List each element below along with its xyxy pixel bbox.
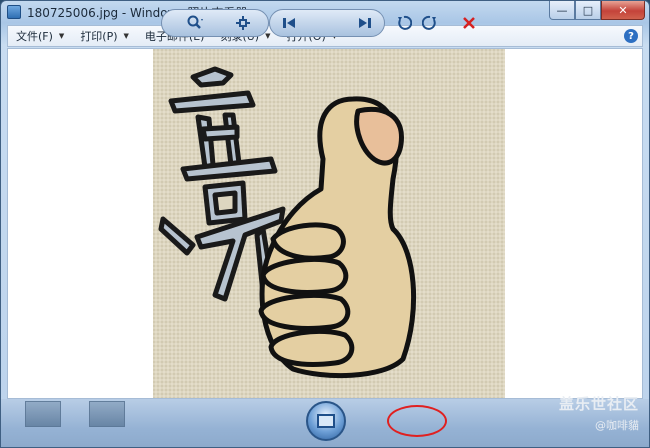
minimize-button[interactable]: — — [549, 1, 575, 20]
rotate-counterclockwise-icon[interactable] — [392, 12, 416, 34]
fit-window-icon[interactable] — [231, 12, 255, 34]
window-controls: — □ ✕ — [549, 1, 645, 20]
taskbar-thumbnail — [25, 401, 61, 427]
menu-file-label: 文件(F) — [16, 30, 53, 43]
chevron-down-icon: ▼ — [265, 32, 271, 40]
highlight-annotation — [387, 405, 447, 437]
slideshow-icon[interactable] — [306, 401, 346, 441]
photo-image — [153, 49, 505, 398]
delete-icon[interactable] — [457, 12, 481, 34]
rotate-clockwise-icon[interactable] — [418, 12, 442, 34]
help-icon[interactable]: ? — [624, 29, 638, 43]
menu-print-label: 打印(P) — [80, 30, 118, 43]
app-icon — [7, 5, 21, 19]
previous-icon[interactable] — [277, 12, 301, 34]
photo-viewer-window: 180725006.jpg - Windows 照片查看器 — □ ✕ 文件(F… — [0, 0, 650, 448]
maximize-button[interactable]: □ — [575, 1, 601, 20]
magnifier-icon[interactable] — [183, 12, 207, 34]
taskbar-thumbnail — [89, 401, 125, 427]
thumbs-up-illustration — [153, 49, 505, 398]
menu-file[interactable]: 文件(F) ▼ — [8, 28, 72, 44]
close-button[interactable]: ✕ — [601, 1, 645, 20]
slideshow-screen — [317, 414, 335, 428]
chevron-down-icon: ▼ — [123, 32, 129, 40]
menu-print[interactable]: 打印(P) ▼ — [72, 28, 137, 44]
watermark-author: @咖啡貓 — [595, 419, 639, 432]
next-icon[interactable] — [353, 12, 377, 34]
watermark-title: 盖乐世社区 — [558, 395, 639, 413]
chevron-down-icon: ▼ — [58, 32, 65, 40]
image-viewport — [7, 48, 643, 399]
